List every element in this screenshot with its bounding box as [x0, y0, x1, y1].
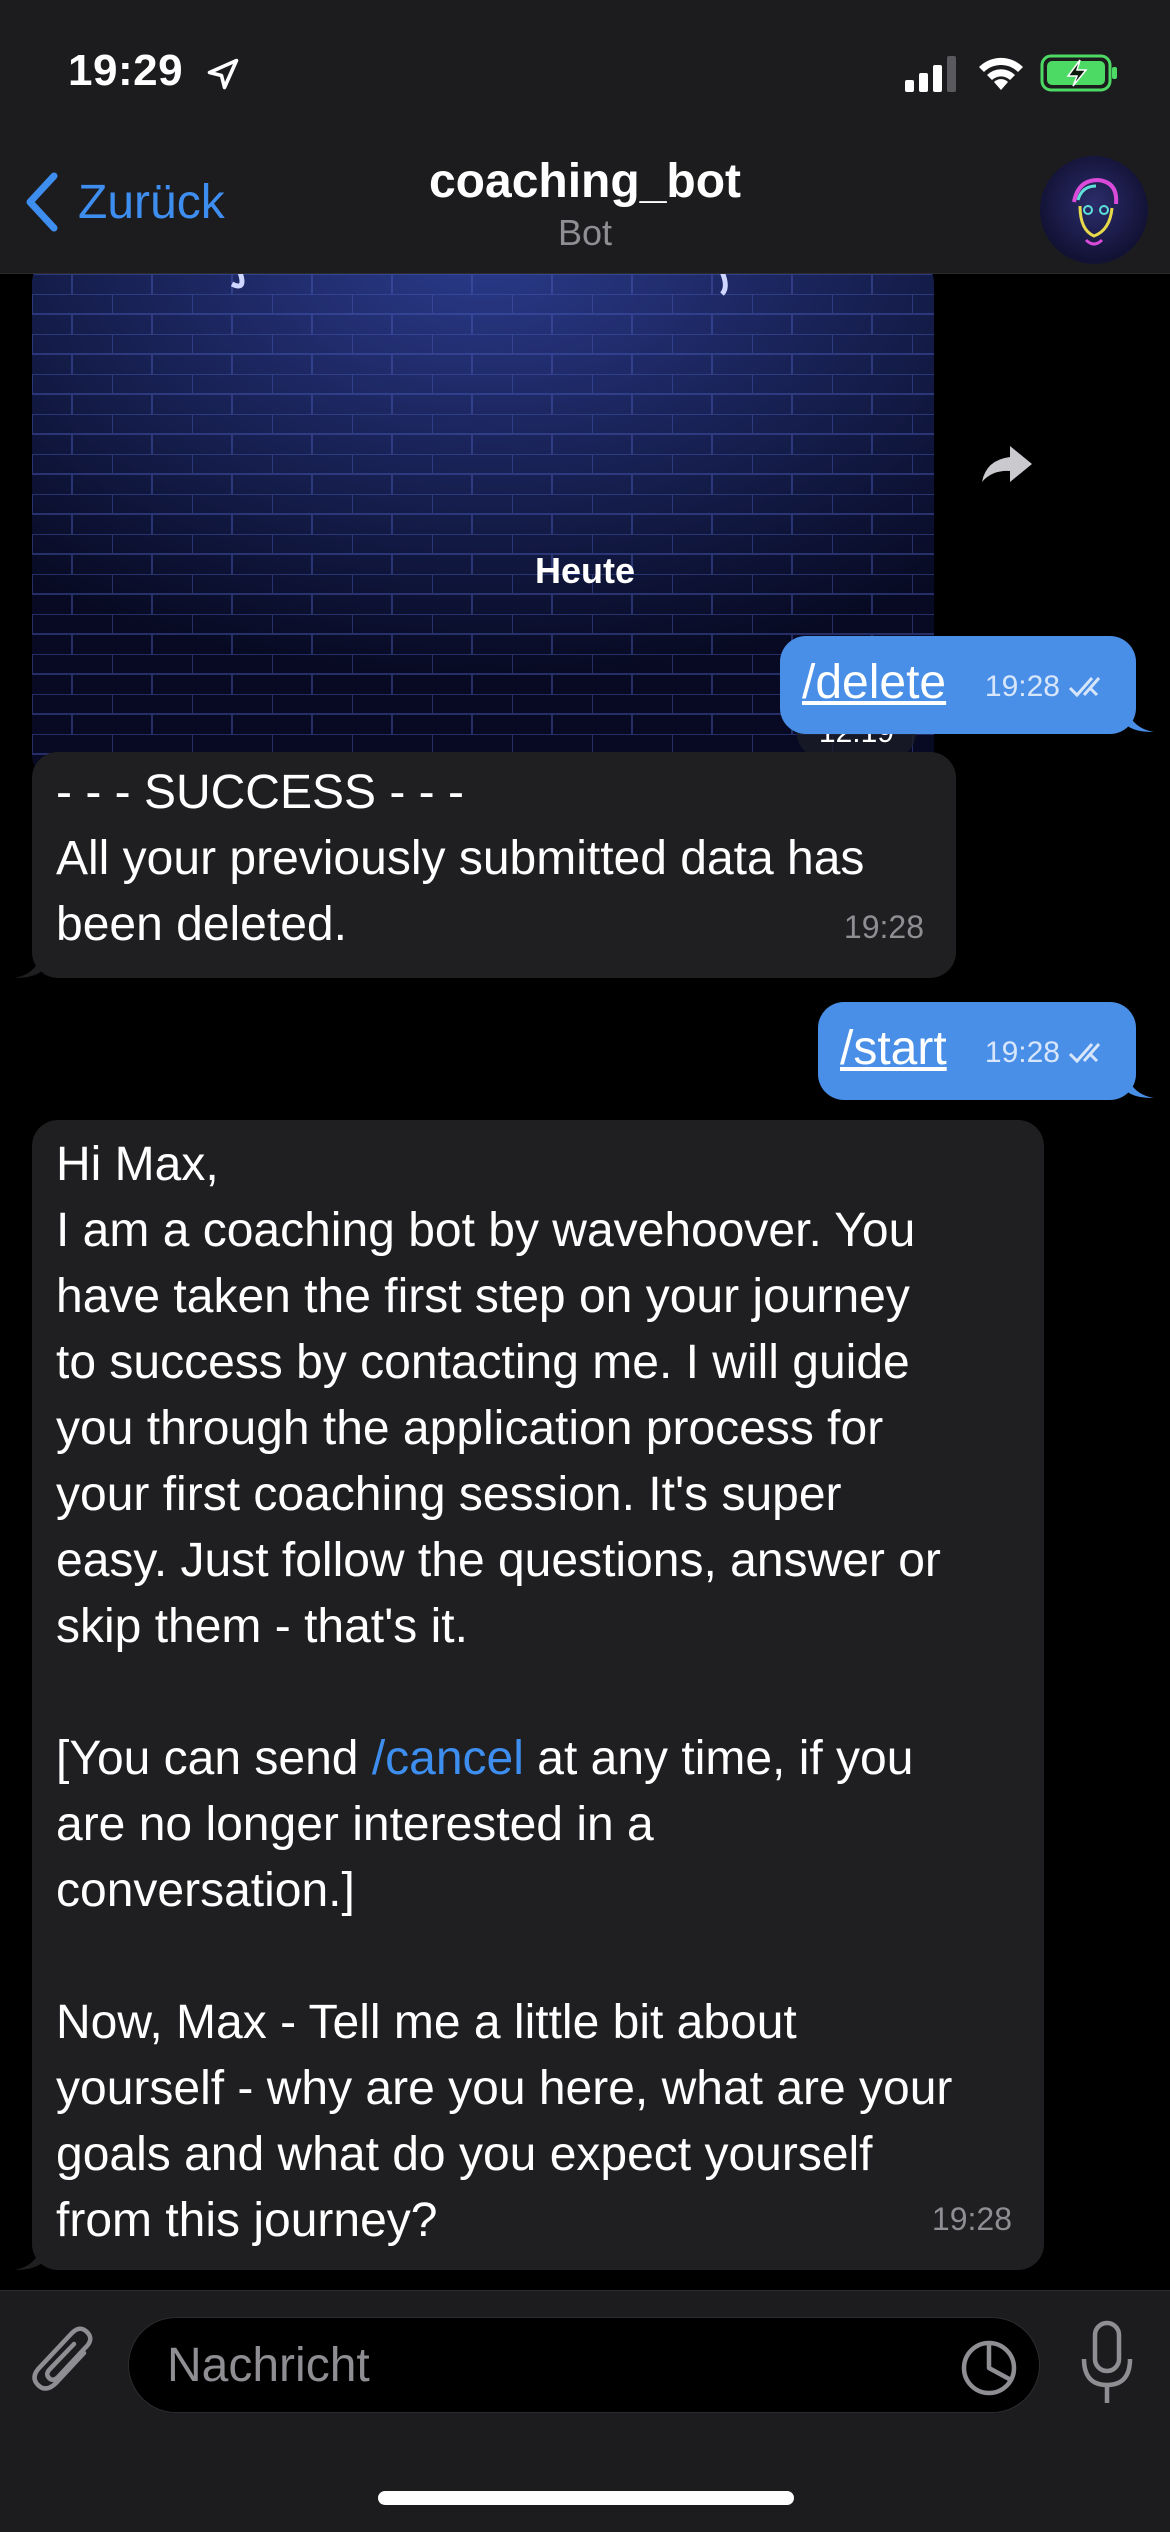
message-meta: 19:28 [985, 654, 1114, 720]
bubble-tail [1124, 1064, 1154, 1098]
message-line: have taken the first step on your journe… [56, 1270, 910, 1323]
message-line: your first coaching session. It's super [56, 1468, 842, 1521]
message-time: 19:28 [843, 909, 924, 945]
message-line: - - - SUCCESS - - - [56, 766, 464, 819]
neon-face-icon [1072, 177, 1119, 246]
incoming-message[interactable]: - - - SUCCESS - - - All your previously … [32, 752, 956, 978]
message-line: conversation.] [56, 1864, 355, 1917]
message-meta: 19:28 [985, 1020, 1114, 1086]
message-input[interactable]: Nachricht [128, 2317, 1040, 2413]
message-line: skip them - that's it. [56, 1600, 468, 1653]
message-line: to success by contacting me. I will guid… [56, 1336, 910, 1389]
date-separator: Heute [534, 550, 636, 591]
sticker-icon[interactable] [959, 2338, 1019, 2398]
forward-share-icon[interactable] [978, 442, 1034, 486]
message-line: easy. Just follow the questions, answer … [56, 1534, 941, 1587]
message-line: are no longer interested in a [56, 1798, 654, 1851]
message-placeholder: Nachricht [167, 2339, 370, 2392]
incoming-message[interactable]: Hi Max, I am a coaching bot by wavehoove… [32, 1120, 1044, 2270]
double-check-icon [1068, 1043, 1101, 1064]
message-line: been deleted. [56, 898, 347, 951]
message-composer: Nachricht [0, 2290, 1170, 2532]
status-time: 19:29 [68, 46, 184, 95]
message-line: goals and what do you expect yourself [56, 2128, 873, 2181]
wifi-icon [979, 57, 1023, 90]
bubble-tail [14, 944, 44, 978]
message-line: Hi Max, [56, 1138, 219, 1191]
bot-avatar[interactable] [1040, 156, 1148, 264]
cancel-command-link[interactable]: /cancel [372, 1732, 524, 1785]
outgoing-message[interactable]: /start 19:28 [818, 1002, 1136, 1100]
message-line: All your previously submitted data has [56, 832, 865, 885]
message-time: 19:28 [931, 2201, 1012, 2237]
message-line: you through the application process for [56, 1402, 884, 1455]
battery-charging-icon [1040, 54, 1117, 92]
top-bar: 19:29 Zurück coaching_bot Bot [0, 0, 1170, 274]
cellular-signal-icon [905, 56, 956, 92]
command-link[interactable]: /delete [802, 650, 946, 716]
double-check-icon [1068, 677, 1101, 698]
message-line: Now, Max - Tell me a little bit about [56, 1996, 797, 2049]
message-time: 19:28 [984, 1036, 1060, 1069]
message-line: [You can send /cancel at any time, if yo… [56, 1726, 1020, 1792]
message-time: 19:28 [984, 670, 1060, 703]
text-segment: [You can send [56, 1732, 372, 1785]
microphone-icon[interactable] [1076, 2319, 1138, 2409]
bubble-tail [1124, 698, 1154, 732]
text-segment: at any time, if you [523, 1732, 914, 1785]
attach-paperclip-icon[interactable] [30, 2323, 100, 2403]
message-line: from this journey? [56, 2194, 438, 2247]
chat-subtitle: Bot [557, 212, 613, 253]
command-link[interactable]: /start [840, 1016, 947, 1082]
bubble-tail [14, 2236, 44, 2270]
location-arrow-icon [207, 58, 239, 90]
home-indicator[interactable] [378, 2491, 794, 2505]
chat-title[interactable]: coaching_bot [0, 154, 1170, 209]
message-line: I am a coaching bot by wavehoover. You [56, 1204, 916, 1257]
outgoing-message[interactable]: /delete 19:28 [780, 636, 1136, 734]
chat-area[interactable]: 12:19 Heute /delete 19:28 - - - SUCCESS … [0, 274, 1170, 2290]
message-line: yourself - why are you here, what are yo… [56, 2062, 953, 2115]
